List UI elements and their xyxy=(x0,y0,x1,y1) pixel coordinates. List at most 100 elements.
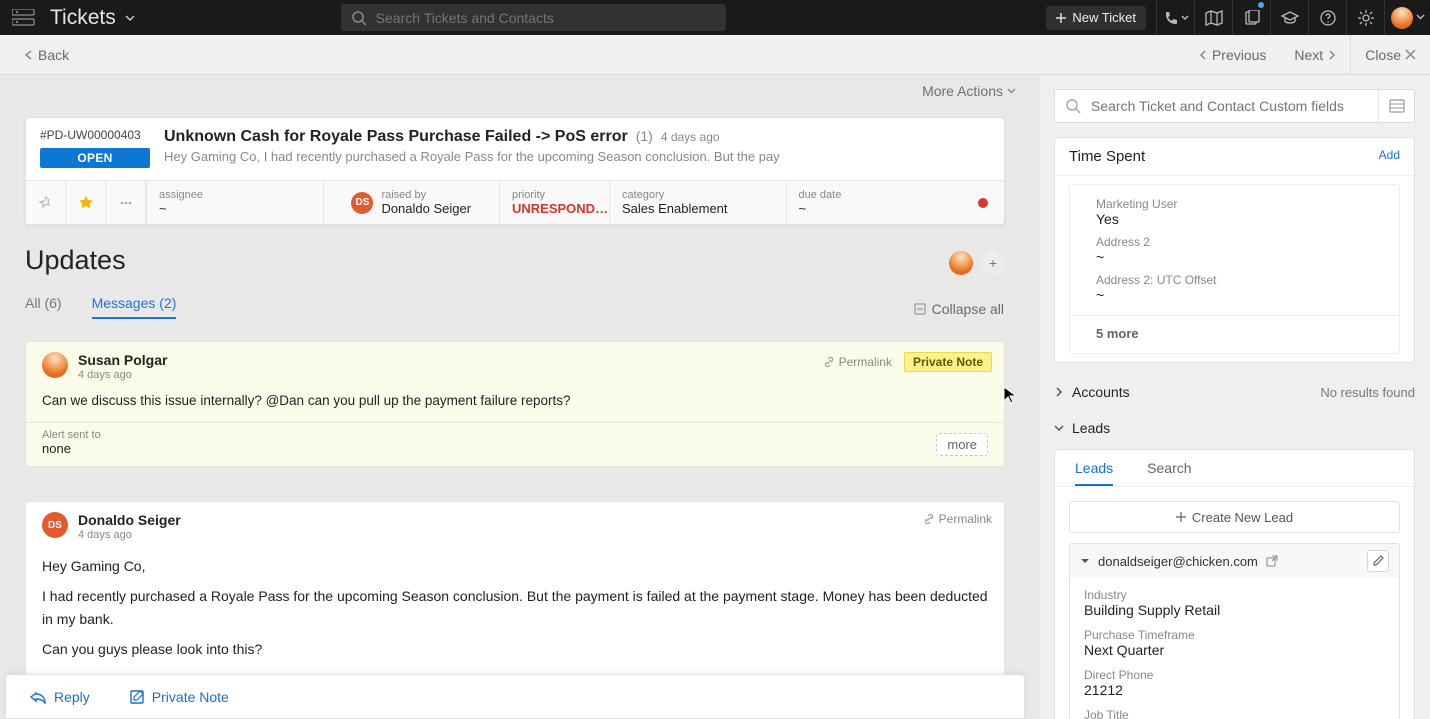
previous-label: Previous xyxy=(1212,47,1266,63)
private-note-label: Private Note xyxy=(152,689,229,705)
accounts-title: Accounts xyxy=(1072,384,1130,400)
create-lead-label: Create New Lead xyxy=(1192,510,1293,525)
pencil-icon xyxy=(1372,555,1384,567)
leads-tab-search[interactable]: Search xyxy=(1147,460,1191,486)
meta-assignee[interactable]: assignee~ xyxy=(146,181,323,224)
close-icon xyxy=(1405,49,1416,60)
meta-priority[interactable]: priorityUNRESPOND… xyxy=(499,181,609,224)
new-ticket-button[interactable]: New Ticket xyxy=(1046,6,1146,30)
lead-email: donaldseiger@chicken.com xyxy=(1098,554,1258,569)
alert-sent-label: Alert sent to xyxy=(42,429,101,441)
meta-raised-by[interactable]: DSraised byDonaldo Seiger xyxy=(323,181,500,224)
meta-category[interactable]: categorySales Enablement xyxy=(609,181,786,224)
message-more-button[interactable]: more xyxy=(936,433,988,456)
field-value: ~ xyxy=(1096,249,1373,265)
participant-avatar[interactable] xyxy=(949,251,973,275)
chevron-down-icon xyxy=(1054,423,1064,433)
leads-card: Leads Search Create New Lead donaldseige… xyxy=(1054,449,1415,719)
time-spent-title: Time Spent xyxy=(1069,148,1145,165)
leads-tab-leads[interactable]: Leads xyxy=(1075,460,1113,486)
private-note-tag: Private Note xyxy=(904,352,992,372)
ticket-preview: Hey Gaming Co, I had recently purchased … xyxy=(164,149,990,164)
leads-section-header[interactable]: Leads xyxy=(1054,413,1415,443)
ticket-status-badge[interactable]: OPEN xyxy=(40,148,150,168)
reply-button[interactable]: Reply xyxy=(30,689,90,705)
lead-header[interactable]: donaldseiger@chicken.com xyxy=(1070,544,1399,578)
next-button[interactable]: Next xyxy=(1280,35,1350,75)
notes-icon[interactable] xyxy=(1232,0,1270,35)
tab-all[interactable]: All (6) xyxy=(25,295,62,319)
field-value: Next Quarter xyxy=(1084,642,1385,658)
message-author: Donaldo Seiger xyxy=(78,512,181,529)
ticket-card: #PD-UW00000403 OPEN Unknown Cash for Roy… xyxy=(25,117,1005,225)
next-label: Next xyxy=(1294,47,1323,63)
edit-lead-button[interactable] xyxy=(1367,550,1389,572)
brightness-icon[interactable] xyxy=(1346,0,1384,35)
map-icon[interactable] xyxy=(1194,0,1232,35)
tab-messages[interactable]: Messages (2) xyxy=(92,295,177,319)
module-label: Tickets xyxy=(50,6,116,30)
permalink-button[interactable]: Permalink xyxy=(823,355,892,369)
ticket-title: Unknown Cash for Royale Pass Purchase Fa… xyxy=(164,128,628,146)
custom-fields-search[interactable] xyxy=(1054,89,1415,123)
global-search-input[interactable] xyxy=(376,10,716,26)
search-icon xyxy=(1055,99,1091,114)
raised-by-avatar: DS xyxy=(351,192,373,214)
more-options-button[interactable] xyxy=(106,181,146,224)
permalink-button[interactable]: Permalink xyxy=(923,512,992,526)
private-note-button[interactable]: Private Note xyxy=(130,689,229,705)
sla-indicator-icon xyxy=(978,198,988,208)
more-actions-menu[interactable]: More Actions xyxy=(922,83,1016,99)
app-topbar: Tickets New Ticket xyxy=(0,0,1430,35)
collapse-label: Collapse all xyxy=(932,301,1004,317)
close-button[interactable]: Close xyxy=(1350,35,1430,75)
create-lead-button[interactable]: Create New Lead xyxy=(1069,501,1400,533)
message-body: Can we discuss this issue internally? @D… xyxy=(26,385,1004,422)
education-icon[interactable] xyxy=(1270,0,1308,35)
message-age: 4 days ago xyxy=(78,529,181,541)
lead-item: donaldseiger@chicken.com IndustryBuildin… xyxy=(1069,543,1400,719)
meta-duedate[interactable]: due date~ xyxy=(786,181,963,224)
pin-button[interactable] xyxy=(26,181,66,224)
leads-section-title: Leads xyxy=(1072,420,1110,436)
chevron-left-icon xyxy=(24,50,34,60)
accounts-results: No results found xyxy=(1320,385,1415,400)
fields-layout-button[interactable] xyxy=(1378,90,1414,122)
help-icon[interactable] xyxy=(1308,0,1346,35)
plus-icon xyxy=(1056,13,1066,23)
global-search[interactable] xyxy=(341,4,726,31)
field-value: 21212 xyxy=(1084,682,1385,698)
external-link-icon[interactable] xyxy=(1266,555,1278,567)
message-avatar: DS xyxy=(42,512,68,538)
time-spent-add-button[interactable]: Add xyxy=(1379,148,1400,165)
message-age: 4 days ago xyxy=(78,369,167,381)
message-line: I had recently purchased a Royale Pass f… xyxy=(42,585,988,633)
user-avatar-menu[interactable] xyxy=(1384,0,1430,35)
message-private-note: Susan Polgar4 days ago Permalink Private… xyxy=(25,341,1005,467)
chevron-right-icon xyxy=(1054,387,1064,397)
previous-button[interactable]: Previous xyxy=(1185,35,1280,75)
back-button[interactable]: Back xyxy=(24,47,69,63)
star-button[interactable] xyxy=(66,181,106,224)
secondary-bar: Back Previous Next Close xyxy=(0,35,1430,75)
field-value: Yes xyxy=(1096,211,1373,227)
field-value: ~ xyxy=(1096,287,1373,303)
accounts-section-header[interactable]: Accounts No results found xyxy=(1054,377,1415,407)
phone-button[interactable] xyxy=(1156,0,1194,35)
field-label: Address 2 xyxy=(1096,235,1373,249)
message-author: Susan Polgar xyxy=(78,352,167,369)
close-label: Close xyxy=(1365,47,1401,63)
updates-heading: Updates xyxy=(25,245,126,276)
alert-sent-value: none xyxy=(42,441,101,456)
add-participant-button[interactable]: + xyxy=(981,251,1005,275)
app-logo-icon[interactable] xyxy=(0,0,50,35)
ticket-id: #PD-UW00000403 xyxy=(40,128,150,142)
message-avatar xyxy=(42,352,68,378)
module-switcher[interactable]: Tickets xyxy=(50,6,156,30)
compose-footer: Reply Private Note xyxy=(5,674,1025,719)
search-icon xyxy=(351,10,366,26)
custom-fields-search-input[interactable] xyxy=(1091,98,1378,114)
note-icon xyxy=(130,690,144,704)
collapse-all-button[interactable]: Collapse all xyxy=(914,301,1004,317)
time-spent-more[interactable]: 5 more xyxy=(1070,315,1399,353)
